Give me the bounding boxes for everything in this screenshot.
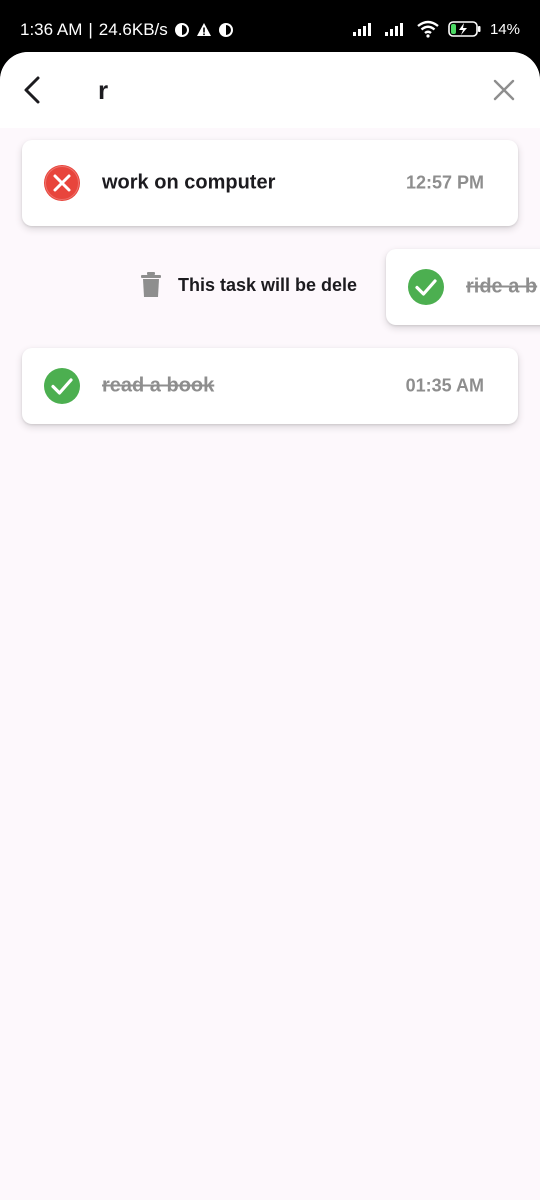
signal-icon [384, 23, 403, 36]
task-card-swiped[interactable]: ride a b [386, 249, 540, 325]
search-header [0, 52, 540, 128]
close-icon [493, 79, 515, 101]
swipe-delete-row: This task will be dele ride a b [0, 248, 540, 326]
signal-icon [352, 23, 371, 36]
task-time: 01:35 AM [405, 375, 484, 396]
status-time: 1:36 AM [20, 20, 83, 39]
network-speed: 24.6KB/s [98, 20, 168, 39]
back-button[interactable] [14, 70, 50, 110]
task-card[interactable]: read a book 01:35 AM [22, 348, 518, 424]
search-input[interactable] [96, 72, 460, 108]
task-title: ride a b [466, 275, 538, 298]
delete-hint: This task will be dele [140, 272, 366, 298]
wifi-icon [417, 20, 439, 38]
search-sheet: work on computer 12:57 PM This task will… [0, 52, 540, 1200]
status-left: 1:36 AM | 24.6KB/s [20, 20, 234, 40]
battery-level: 14% [489, 20, 520, 38]
clear-search-button[interactable] [488, 74, 520, 106]
status-bar: 1:36 AM | 24.6KB/s 14% [0, 0, 540, 56]
status-right: 14% [352, 20, 520, 38]
trash-icon [141, 272, 161, 297]
task-title: read a book [102, 374, 215, 397]
x-circle-icon[interactable] [43, 164, 81, 202]
task-title: work on computer [102, 171, 276, 194]
check-circle-icon[interactable] [43, 367, 81, 405]
battery-charging-icon [448, 21, 481, 37]
notification-icon [174, 23, 189, 37]
back-arrow-icon [24, 76, 40, 104]
check-circle-icon[interactable] [407, 268, 445, 306]
task-time: 12:57 PM [405, 172, 484, 193]
delete-hint-label: This task will be dele [178, 274, 358, 295]
task-card[interactable]: work on computer 12:57 PM [22, 140, 518, 226]
notification-icon [218, 23, 233, 37]
warning-icon [196, 23, 211, 36]
